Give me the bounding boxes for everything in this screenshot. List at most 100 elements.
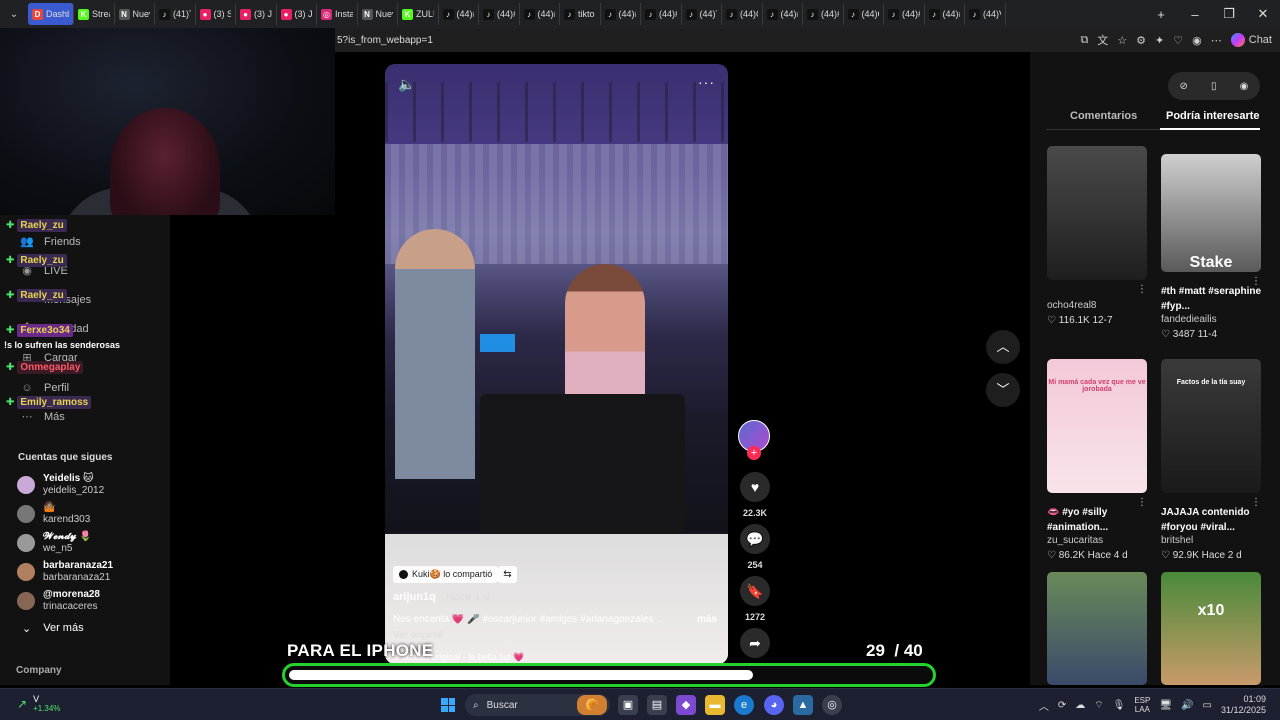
volume-icon[interactable]: 🔈 xyxy=(398,76,415,93)
browser-tab[interactable]: ◎Insta xyxy=(317,3,358,25)
obs-icon[interactable]: ◎ xyxy=(822,695,842,715)
browser-tab[interactable]: ♪(44)# xyxy=(803,3,844,25)
compass-icon[interactable]: ⊘ xyxy=(1180,81,1188,92)
shared-by-chip[interactable]: Kuki🍪 lo compartió xyxy=(393,566,499,583)
open-in-app-icon[interactable]: ⧉ xyxy=(1080,34,1088,47)
sidebar-item-friends[interactable]: 👥 Friends xyxy=(20,235,81,249)
following-account[interactable]: 🤷🏽 karend303 xyxy=(17,502,90,526)
following-account[interactable]: 𝓦𝓮𝓷𝓭𝔂 🌷 we_n5 xyxy=(17,531,92,555)
recommended-video-user[interactable]: fandedieailis xyxy=(1161,314,1217,325)
recommended-video-thumbnail[interactable] xyxy=(1047,146,1147,280)
onedrive-cloud-icon[interactable]: ☁ xyxy=(1075,700,1085,711)
favorite-star-icon[interactable]: ☆ xyxy=(1117,34,1127,47)
follow-plus-icon[interactable]: + xyxy=(747,446,761,460)
browser-tab[interactable]: ♪(44)V xyxy=(965,3,1006,25)
recommended-video-user[interactable]: britshel xyxy=(1161,535,1193,546)
video-author[interactable]: arijun1q · Hace 1 d xyxy=(393,591,490,603)
edge-browser-icon[interactable]: e xyxy=(734,695,754,715)
recommended-video-title[interactable]: #th #matt #seraphine #fyp... xyxy=(1161,284,1263,314)
recommended-video-title[interactable]: JAJAJA contenido #foryou #viral... xyxy=(1161,505,1263,535)
language-indicator[interactable]: ESP LAA xyxy=(1134,696,1150,714)
browser-tab[interactable]: ♪(44)# xyxy=(925,3,965,25)
recommended-video-thumbnail[interactable]: x10 xyxy=(1161,572,1261,685)
browser-tab[interactable]: ♪(44)# xyxy=(884,3,925,25)
video-options-kebab-icon[interactable]: ⋮ xyxy=(1251,276,1261,287)
tab-might-interest[interactable]: Podría interesarte xyxy=(1166,110,1260,122)
company-link[interactable]: Company xyxy=(16,665,62,676)
microphone-icon[interactable]: 🎙 xyxy=(1113,700,1126,711)
browser-tab[interactable]: ♪(44)# xyxy=(641,3,682,25)
video-more-icon[interactable]: ··· xyxy=(698,74,715,90)
tray-chevron-up-icon[interactable]: ︿ xyxy=(1039,698,1049,713)
close-window-icon[interactable]: ✕ xyxy=(1246,6,1280,22)
file-explorer-icon[interactable]: ▬ xyxy=(705,695,725,715)
new-tab-plus-icon[interactable]: + xyxy=(1144,7,1178,22)
browser-tab[interactable]: ♪ tikto xyxy=(560,3,601,25)
comment-icon[interactable]: 💬 xyxy=(740,524,770,554)
sidebar-item-profile[interactable]: ☺ Perfil xyxy=(20,381,69,395)
browser-tab[interactable]: ♪(44)# xyxy=(601,3,641,25)
video-options-kebab-icon[interactable]: ⋮ xyxy=(1137,497,1147,508)
recommended-video-thumbnail[interactable] xyxy=(1047,572,1147,685)
bing-widget-icon[interactable]: 🥐 xyxy=(577,695,607,715)
recommended-video-title[interactable]: 👄 #yo #silly #animation... xyxy=(1047,505,1149,535)
following-account[interactable]: @morena28 trinacaceres xyxy=(17,589,100,613)
recommended-video-thumbnail[interactable]: Mi mamá cada vez que me ve jorobada xyxy=(1047,359,1147,493)
store-icon[interactable]: ▤ xyxy=(647,695,667,715)
share-arrow-icon[interactable]: ➦ xyxy=(740,628,770,658)
photos-app-icon[interactable]: ▲ xyxy=(793,695,813,715)
browser-tab[interactable]: ♪(44)# xyxy=(479,3,520,25)
recommended-video-thumbnail[interactable]: Stake xyxy=(1161,154,1261,272)
discord-icon[interactable]: ◕ xyxy=(764,695,784,715)
following-account[interactable]: Yeidelis 🐱 yeidelis_2012 xyxy=(17,473,104,497)
translate-icon[interactable]: 文 xyxy=(1097,32,1108,48)
recommended-video-thumbnail[interactable]: Factos de la tía suay xyxy=(1161,359,1261,493)
copilot-chat-button[interactable]: Chat xyxy=(1230,33,1272,47)
windows-start-icon[interactable] xyxy=(441,698,455,712)
task-view-icon[interactable]: ▣ xyxy=(618,695,638,715)
tab-comments[interactable]: Comentarios xyxy=(1070,110,1137,122)
browser-tab[interactable]: KStrea xyxy=(74,3,115,25)
author-name[interactable]: arijun1q xyxy=(393,591,436,603)
browser-tab[interactable]: ♪(44)T xyxy=(682,3,722,25)
browser-tab[interactable]: ●(3) JE xyxy=(277,3,317,25)
browser-tab[interactable]: ♪(41)T xyxy=(155,3,196,25)
extensions-icon[interactable]: ⚙ xyxy=(1136,34,1146,47)
browser-tab[interactable]: ♪(44)# xyxy=(763,3,803,25)
stock-widget[interactable]: ↗ V +1.34% xyxy=(17,694,60,713)
browser-tab[interactable]: ♪(44)# xyxy=(439,3,479,25)
bookmark-icon[interactable]: 🔖 xyxy=(740,576,770,606)
sidebar-item-more[interactable]: ⋯ Más xyxy=(20,410,65,424)
tab-search-chevron-icon[interactable]: ⌄ xyxy=(0,0,28,28)
video-options-kebab-icon[interactable]: ⋮ xyxy=(1137,284,1147,295)
phone-icon[interactable]: ▯ xyxy=(1211,81,1217,92)
caption-more-button[interactable]: más xyxy=(697,614,717,625)
browser-tab[interactable]: ♪(44)C xyxy=(844,3,884,25)
refresh-app-icon[interactable]: ⟳ xyxy=(1058,700,1066,711)
browser-menu-icon[interactable]: ⋯ xyxy=(1211,34,1222,47)
heart-extension-icon[interactable]: ♡ xyxy=(1173,34,1183,47)
volume-tray-icon[interactable]: 🔊 xyxy=(1181,700,1193,711)
favorites-icon[interactable]: ✦ xyxy=(1155,34,1164,47)
video-options-kebab-icon[interactable]: ⋮ xyxy=(1251,497,1261,508)
browser-tab[interactable]: KZULU xyxy=(398,3,439,25)
next-video-chevron-down-icon[interactable]: ﹀ xyxy=(986,373,1020,407)
restore-icon[interactable]: ❐ xyxy=(1212,6,1246,22)
user-avatar-icon[interactable]: ◉ xyxy=(1240,81,1249,92)
browser-tab[interactable]: NNuev xyxy=(358,3,398,25)
network-icon[interactable]: 🖥 xyxy=(1159,700,1172,711)
see-more-button[interactable]: ⌄ Ver más xyxy=(22,622,84,635)
browser-tab[interactable]: NNuev xyxy=(115,3,155,25)
copilot-app-icon[interactable]: ◆ xyxy=(676,695,696,715)
recommended-video-user[interactable]: zu_sucaritas xyxy=(1047,535,1103,546)
previous-video-chevron-up-icon[interactable]: ︿ xyxy=(986,330,1020,364)
minimize-icon[interactable]: – xyxy=(1178,7,1212,22)
see-original-link[interactable]: Ver original xyxy=(393,630,443,641)
repost-icon[interactable]: ⇆ xyxy=(498,566,517,583)
browser-tab[interactable]: ●(3) JE xyxy=(236,3,277,25)
browser-tab[interactable]: ●(3) SC xyxy=(196,3,236,25)
profile-avatar-icon[interactable]: ◉ xyxy=(1192,34,1202,47)
battery-icon[interactable]: ▭ xyxy=(1203,700,1212,711)
browser-tab[interactable]: ♪(44)C xyxy=(722,3,763,25)
wifi-icon[interactable]: ⌔ xyxy=(1094,699,1103,712)
